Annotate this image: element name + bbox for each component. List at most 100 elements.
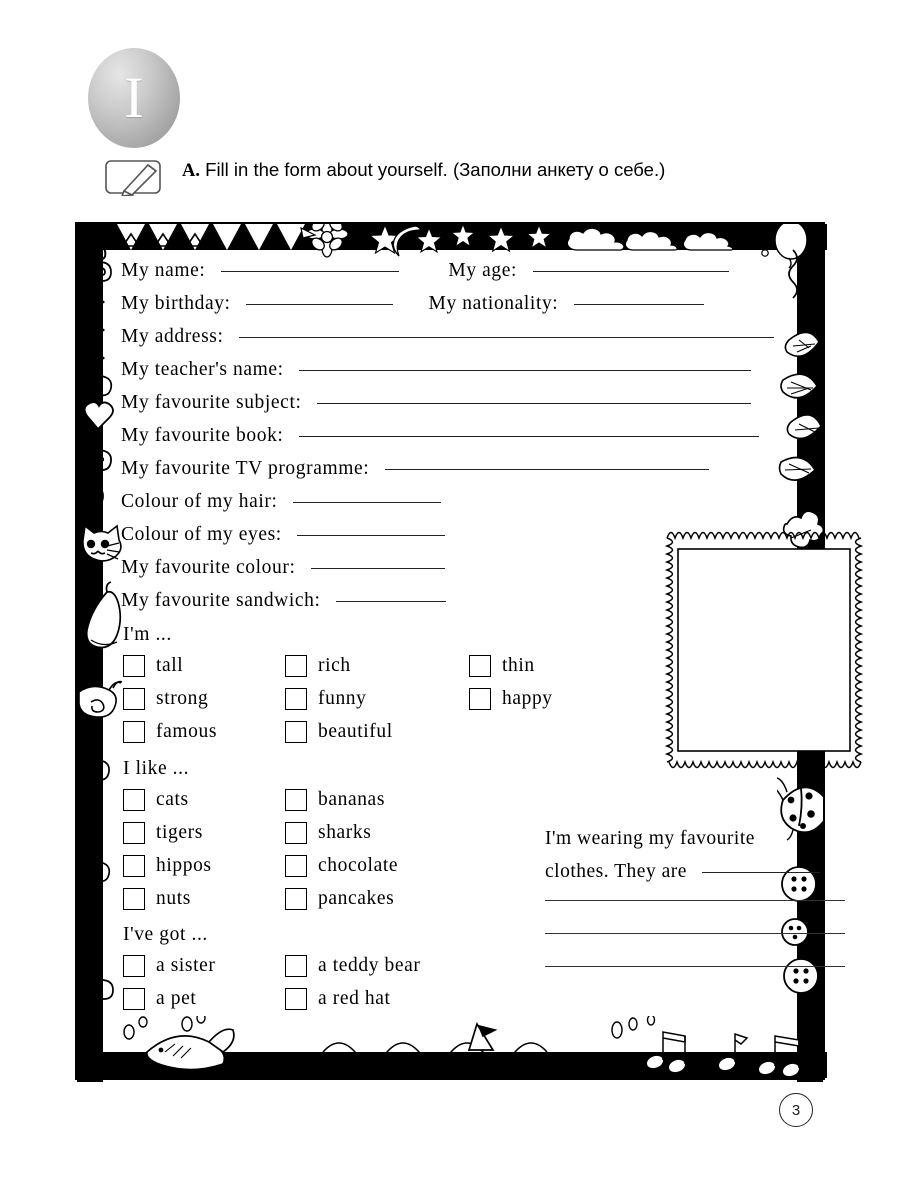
checkbox-pancakes[interactable] (285, 888, 307, 910)
checkbox-famous[interactable] (123, 721, 145, 743)
field-input-my-age[interactable] (532, 271, 729, 272)
wearing-input-line-1[interactable] (702, 872, 821, 873)
field-input-colour-of-my-eyes[interactable] (297, 535, 446, 536)
checkbox-label-thin: thin (502, 655, 535, 676)
page-header: I A. Fill in the form about yourself. (З… (0, 0, 900, 222)
wearing-input-line-4[interactable] (545, 966, 845, 967)
wearing-input-line-2[interactable] (545, 900, 845, 901)
form-row: My name: My age: (121, 260, 729, 282)
field-input-my-nationality[interactable] (573, 304, 704, 305)
checkbox-label-hippos: hippos (156, 855, 212, 876)
checkbox-sharks[interactable] (285, 822, 307, 844)
checkbox-beautiful[interactable] (285, 721, 307, 743)
checkbox-row-a-sister: a sister (123, 955, 216, 977)
field-label-my-birthday: My birthday: (121, 293, 231, 314)
pencil-write-icon (104, 158, 170, 197)
field-label-my-favourite-sandwich: My favourite sandwich: (121, 590, 321, 611)
field-label-my-name: My name: (121, 260, 206, 281)
checkbox-a-red-hat[interactable] (285, 988, 307, 1010)
checkbox-label-strong: strong (156, 688, 209, 709)
checkbox-label-funny: funny (318, 688, 367, 709)
checkbox-thin[interactable] (469, 655, 491, 677)
field-label-my-age: My age: (448, 260, 518, 281)
form-row: Colour of my eyes: (121, 524, 446, 546)
checkbox-row-a-pet: a pet (123, 988, 196, 1010)
field-input-my-name[interactable] (220, 271, 399, 272)
checkbox-tigers[interactable] (123, 822, 145, 844)
unit-number-badge: I (88, 48, 180, 148)
task-letter: A. (182, 161, 200, 181)
field-label-my-address: My address: (121, 326, 224, 347)
checkbox-row-sharks: sharks (285, 822, 371, 844)
form-row: Colour of my hair: (121, 491, 441, 513)
field-input-my-birthday[interactable] (246, 304, 394, 305)
checkbox-label-tigers: tigers (156, 822, 203, 843)
wearing-line-2: clothes. They are (545, 861, 687, 882)
field-input-colour-of-my-hair[interactable] (292, 502, 441, 503)
form-fields: My name: My age: My birthday: My nationa… (121, 252, 864, 1052)
checkbox-row-happy: happy (469, 688, 553, 710)
checkbox-row-cats: cats (123, 789, 189, 811)
decorative-border-top (77, 224, 827, 250)
unit-number-label: I (124, 65, 144, 130)
field-input-my-favourite-book[interactable] (298, 436, 759, 437)
form-row: My birthday: My nationality: (121, 293, 704, 315)
checkbox-label-happy: happy (502, 688, 553, 709)
checkbox-rich[interactable] (285, 655, 307, 677)
checkbox-label-bananas: bananas (318, 789, 386, 810)
task-instruction-ru: (Заполни анкету о себе.) (452, 159, 666, 180)
form-row: My favourite TV programme: (121, 458, 709, 480)
photo-placeholder-frame[interactable] (664, 528, 864, 772)
page-number-label: 3 (791, 1101, 801, 1119)
checkbox-row-rich: rich (285, 655, 351, 677)
checkbox-row-strong: strong (123, 688, 208, 710)
form-row: My favourite book: (121, 425, 759, 447)
task-instruction-en: Fill in the form about yourself. (205, 159, 448, 180)
group-title-i-like: I like ... (123, 758, 190, 779)
form-row: My teacher's name: (121, 359, 752, 381)
checkbox-label-a-pet: a pet (156, 988, 197, 1009)
decorative-border-bottom (77, 1052, 827, 1078)
field-label-my-nationality: My nationality: (428, 293, 559, 314)
checkbox-label-famous: famous (156, 721, 218, 742)
checkbox-strong[interactable] (123, 688, 145, 710)
wearing-block: I'm wearing my favourite clothes. They a… (545, 822, 845, 967)
field-input-my-address[interactable] (238, 337, 774, 338)
task-row: A. Fill in the form about yourself. (Зап… (104, 156, 804, 197)
page-number: 3 (779, 1093, 813, 1127)
checkbox-row-bananas: bananas (285, 789, 385, 811)
field-label-my-favourite-subject: My favourite subject: (121, 392, 302, 413)
checkbox-hippos[interactable] (123, 855, 145, 877)
field-input-my-favourite-subject[interactable] (316, 403, 751, 404)
task-instruction: A. Fill in the form about yourself. (Зап… (182, 156, 804, 185)
checkbox-cats[interactable] (123, 789, 145, 811)
checkbox-funny[interactable] (285, 688, 307, 710)
checkbox-row-chocolate: chocolate (285, 855, 398, 877)
checkbox-tall[interactable] (123, 655, 145, 677)
field-label-my-favourite-colour: My favourite colour: (121, 557, 296, 578)
checkbox-row-a-teddy-bear: a teddy bear (285, 955, 420, 977)
field-label-my-favourite-tv-programme: My favourite TV programme: (121, 458, 370, 479)
field-label-colour-of-my-hair: Colour of my hair: (121, 491, 278, 512)
checkbox-row-tigers: tigers (123, 822, 203, 844)
field-input-my-teachers-name[interactable] (299, 370, 752, 371)
checkbox-a-sister[interactable] (123, 955, 145, 977)
checkbox-a-teddy-bear[interactable] (285, 955, 307, 977)
checkbox-nuts[interactable] (123, 888, 145, 910)
wearing-input-line-3[interactable] (545, 933, 845, 934)
checkbox-label-a-sister: a sister (156, 955, 216, 976)
checkbox-a-pet[interactable] (123, 988, 145, 1010)
decorative-border-left (77, 224, 103, 1082)
checkbox-happy[interactable] (469, 688, 491, 710)
field-input-my-favourite-colour[interactable] (310, 568, 445, 569)
checkbox-row-famous: famous (123, 721, 217, 743)
checkbox-row-hippos: hippos (123, 855, 212, 877)
checkbox-label-chocolate: chocolate (318, 855, 399, 876)
field-input-my-favourite-tv-programme[interactable] (384, 469, 709, 470)
checkbox-bananas[interactable] (285, 789, 307, 811)
field-input-my-favourite-sandwich[interactable] (335, 601, 446, 602)
checkbox-row-beautiful: beautiful (285, 721, 393, 743)
checkbox-label-sharks: sharks (318, 822, 372, 843)
checkbox-chocolate[interactable] (285, 855, 307, 877)
checkbox-label-rich: rich (318, 655, 351, 676)
